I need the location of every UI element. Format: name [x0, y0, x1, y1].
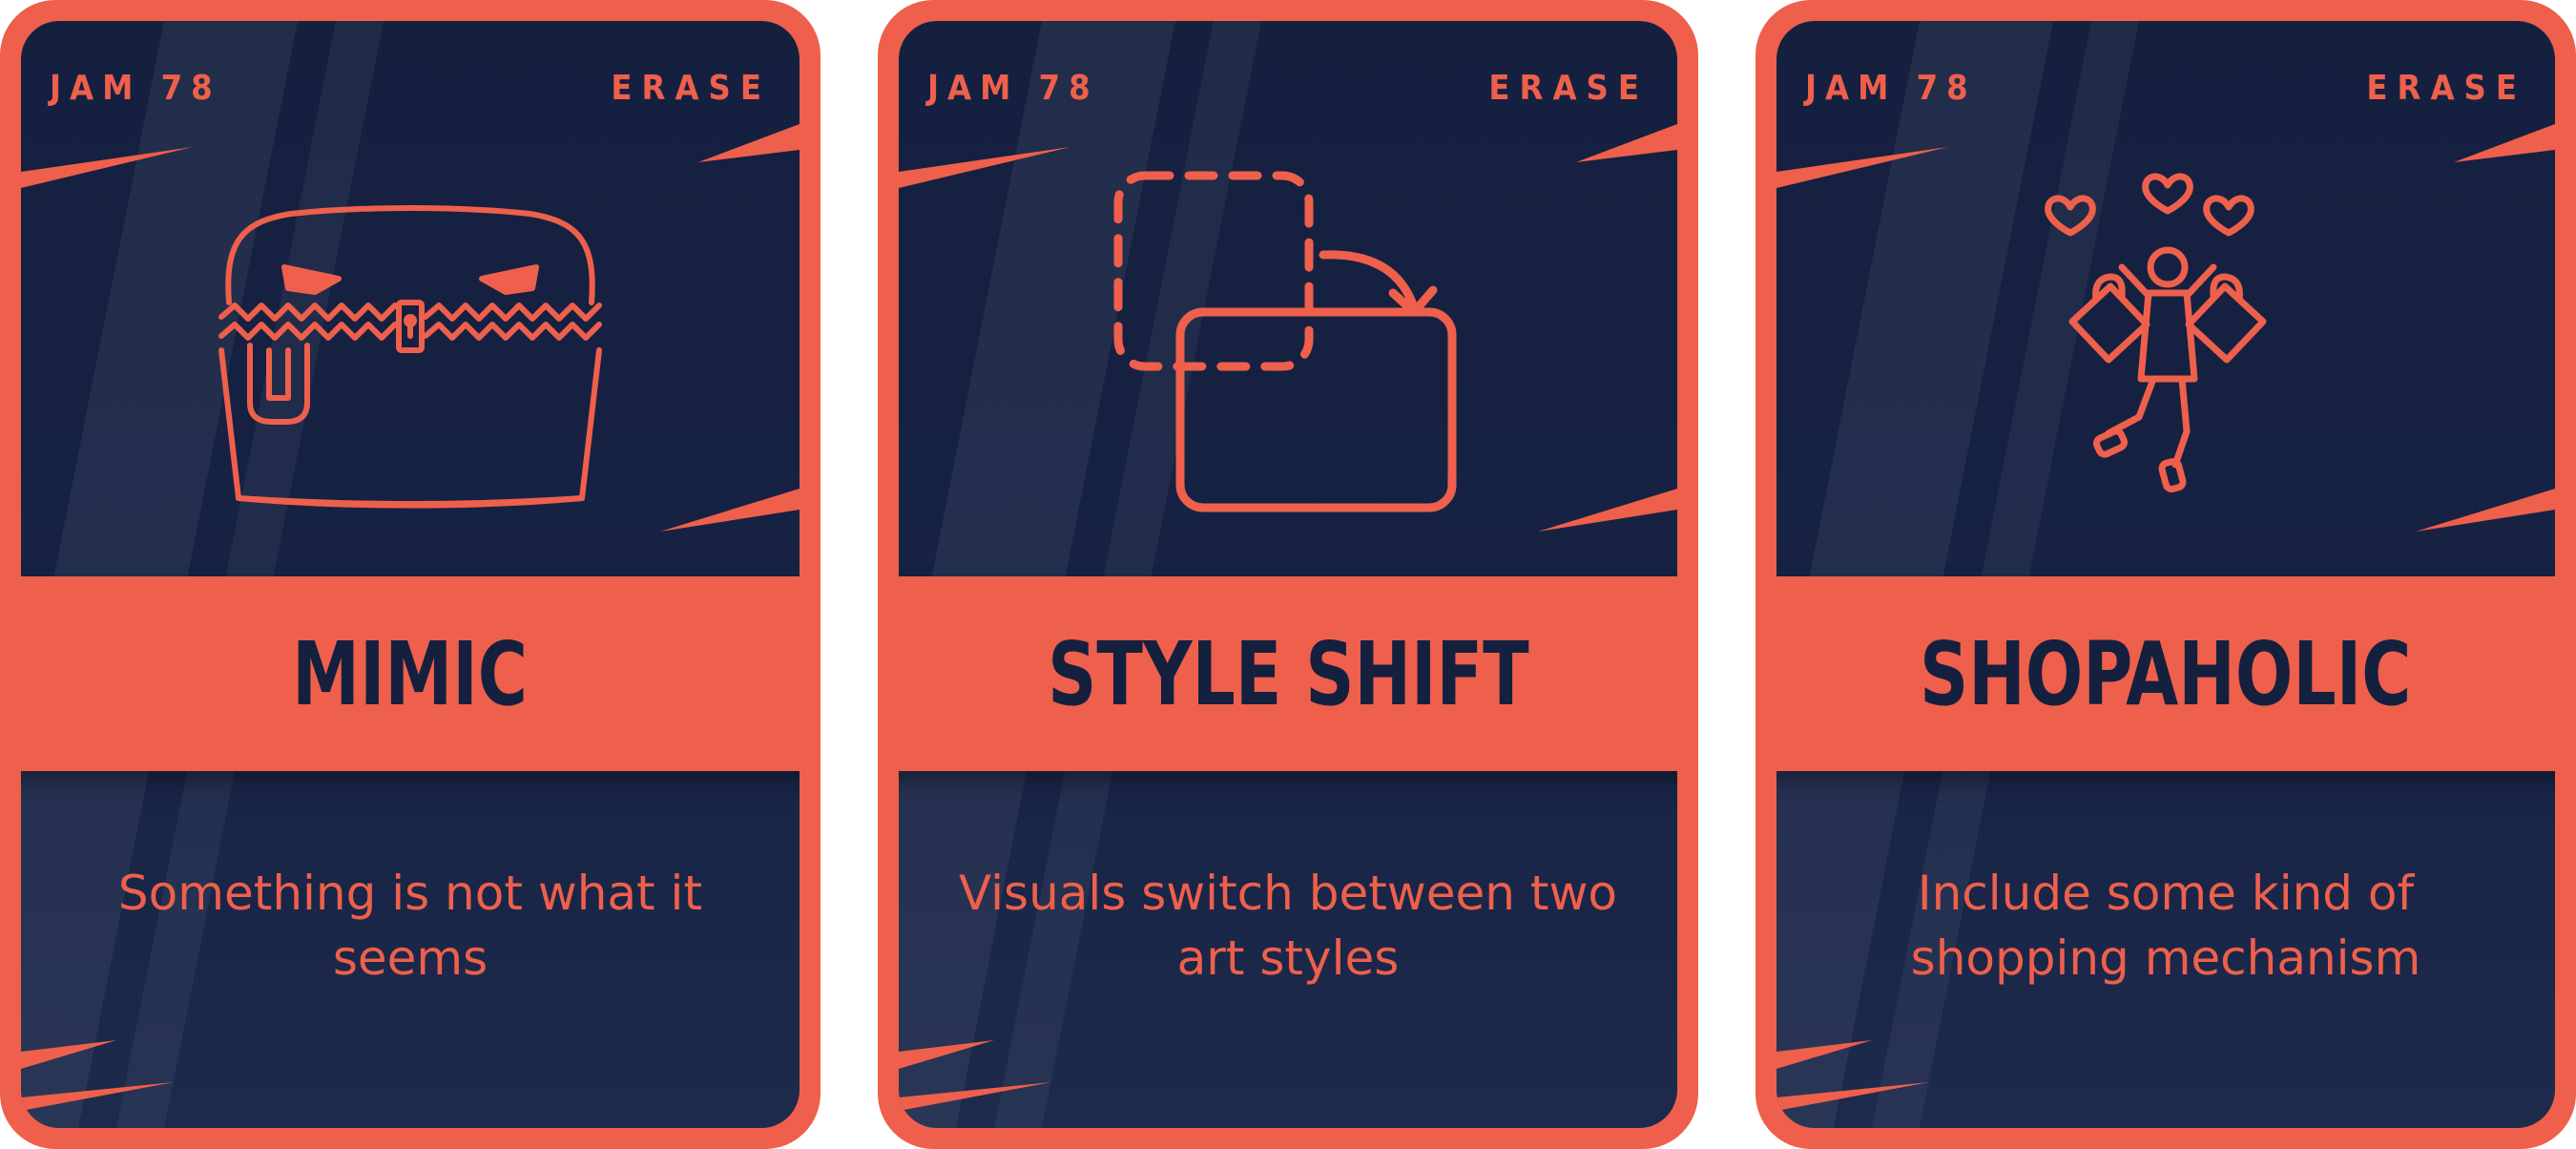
shopaholic-icon: [2005, 155, 2330, 517]
card-description: Visuals switch between two art styles: [959, 866, 1617, 986]
mimic-chest-icon: [200, 193, 620, 517]
card-description: Include some kind of shopping mechanism: [1910, 866, 2421, 986]
theme-tag: ERASE: [2366, 69, 2526, 108]
title-band: STYLE SHIFT: [899, 576, 1677, 771]
card-inner: JAM 78 ERASE STYLE SHIFT Visuals switch …: [899, 21, 1677, 1128]
theme-tag: ERASE: [1488, 69, 1649, 108]
card-title: SHOPAHOLIC: [1920, 622, 2412, 725]
jam-label: JAM 78: [1805, 69, 1977, 108]
card-style-shift[interactable]: JAM 78 ERASE STYLE SHIFT Visuals switch …: [878, 0, 1698, 1149]
card-title: STYLE SHIFT: [1047, 622, 1529, 725]
card-description: Something is not what it seems: [117, 866, 703, 986]
title-band: MIMIC: [21, 576, 800, 771]
card-inner: JAM 78 ERASE: [1776, 21, 2555, 1128]
style-shift-icon: [1109, 164, 1462, 517]
jam-label: JAM 78: [927, 69, 1099, 108]
card-shopaholic[interactable]: JAM 78 ERASE SHOPAHOLIC Include some kin…: [1755, 0, 2576, 1149]
card-title: MIMIC: [292, 622, 529, 725]
jam-label: JAM 78: [50, 69, 221, 108]
title-band: SHOPAHOLIC: [1776, 576, 2555, 771]
card-row: JAM 78 ERASE MIMIC Something is not what…: [0, 0, 2576, 1149]
card-mimic[interactable]: JAM 78 ERASE MIMIC Something is not what…: [0, 0, 821, 1149]
theme-tag: ERASE: [611, 69, 771, 108]
card-inner: JAM 78 ERASE: [21, 21, 800, 1128]
